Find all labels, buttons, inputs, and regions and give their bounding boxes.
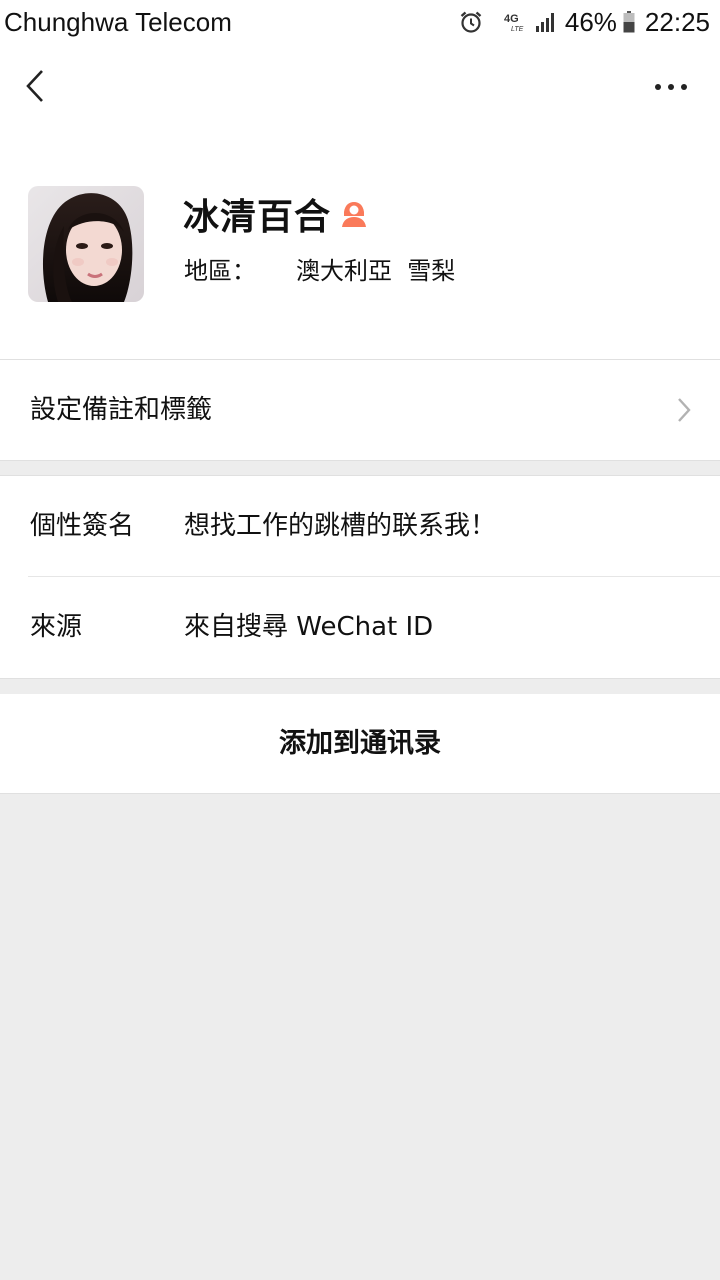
add-to-contacts-button[interactable]: 添加到通讯录 <box>0 694 720 793</box>
svg-text:LTE: LTE <box>511 26 524 33</box>
battery-percent: 46% <box>564 6 617 37</box>
nickname-row: 冰清百合 <box>183 190 369 238</box>
signal-icon <box>535 13 554 32</box>
network-4g-icon: 4G LTE <box>504 13 524 33</box>
status-bar: Chunghwa Telecom 4G LTE 46% 22:25 <box>0 0 720 44</box>
battery-icon <box>623 11 635 33</box>
avatar[interactable] <box>28 186 144 302</box>
more-dots-icon[interactable] <box>654 80 688 94</box>
divider <box>0 460 720 461</box>
female-icon <box>342 202 367 227</box>
source-value: 來自搜尋 WeChat ID <box>184 612 434 642</box>
carrier-name: Chunghwa Telecom <box>4 7 232 37</box>
signature-value: 想找工作的跳槽的联系我！ <box>184 511 497 541</box>
navigation-bar <box>0 44 720 130</box>
signature-row: 個性簽名 想找工作的跳槽的联系我！ <box>0 476 720 576</box>
avatar-image <box>28 186 144 302</box>
info-section: 個性簽名 想找工作的跳槽的联系我！ 來源 來自搜尋 WeChat ID <box>0 476 720 678</box>
back-chevron-icon[interactable] <box>24 68 46 104</box>
nickname: 冰清百合 <box>183 197 332 238</box>
clock: 22:25 <box>644 6 710 37</box>
status-indicators: 4G LTE 46% 22:25 <box>459 6 710 38</box>
divider <box>0 678 720 679</box>
set-remarks-and-tags-row[interactable]: 設定備註和標籤 <box>0 360 720 460</box>
region-row: 地區： 澳大利亞 雪梨 <box>184 248 455 288</box>
profile-header: 冰清百合 地區： 澳大利亞 雪梨 <box>0 130 720 359</box>
chevron-right-icon <box>678 398 691 422</box>
alarm-icon <box>460 11 482 33</box>
remarks-label: 設定備註和標籤 <box>30 395 213 425</box>
svg-text:4G: 4G <box>504 13 519 25</box>
source-row: 來源 來自搜尋 WeChat ID <box>0 577 720 677</box>
region-value: 澳大利亞 雪梨 <box>296 256 456 285</box>
region-label: 地區： <box>184 256 256 285</box>
signature-label: 個性簽名 <box>30 511 135 541</box>
source-label: 來源 <box>30 612 83 642</box>
divider <box>0 793 720 794</box>
